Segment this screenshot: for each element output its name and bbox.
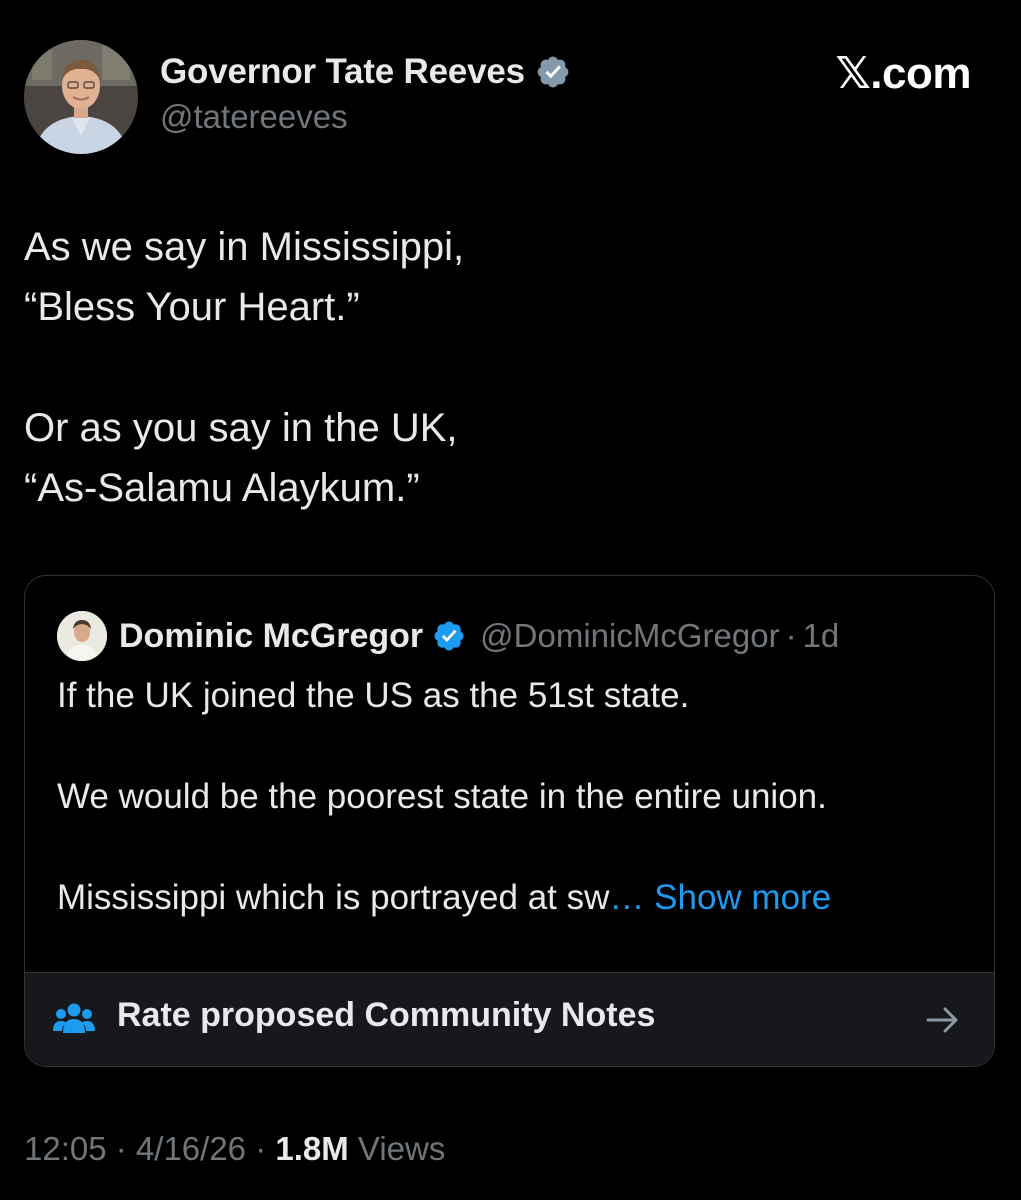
- people-group-icon: [53, 1003, 95, 1033]
- quoted-tweet-header: Dominic McGregor @DominicMcGregor · 1d: [57, 609, 839, 663]
- quoted-tweet-text: If the UK joined the US as the 51st stat…: [57, 671, 967, 923]
- tweet-line: Or as you say in the UK,: [24, 406, 458, 450]
- quoted-tweet-time[interactable]: 1d: [803, 617, 840, 655]
- tweet-meta: 12:05 · 4/16/26 · 1.8M Views: [24, 1130, 445, 1168]
- author-handle[interactable]: @tatereeves: [160, 98, 348, 136]
- author-avatar[interactable]: [24, 40, 138, 154]
- tweet-line: “As-Salamu Alaykum.”: [24, 466, 420, 510]
- views-label: Views: [348, 1130, 446, 1167]
- tweet-line: “Bless Your Heart.”: [24, 285, 360, 329]
- tweet-line: As we say in Mississippi,: [24, 225, 465, 269]
- quoted-tweet-card[interactable]: Dominic McGregor @DominicMcGregor · 1d I…: [24, 575, 995, 1067]
- x-com-logo: 𝕏.com: [835, 49, 971, 98]
- quoted-line-text: Mississippi which is portrayed at sw: [57, 878, 610, 917]
- quoted-author-handle[interactable]: @DominicMcGregor: [480, 617, 779, 655]
- quoted-line: Mississippi which is portrayed at sw… Sh…: [57, 873, 967, 923]
- verified-badge-icon: [434, 621, 464, 651]
- quoted-author-avatar: [57, 611, 107, 661]
- quoted-line: We would be the poorest state in the ent…: [57, 777, 827, 816]
- show-more-link[interactable]: Show more: [654, 878, 831, 917]
- community-notes-bar[interactable]: Rate proposed Community Notes: [25, 972, 994, 1066]
- verified-badge-icon: [537, 56, 569, 88]
- separator-dot: ·: [246, 1130, 276, 1167]
- community-notes-label: Rate proposed Community Notes: [117, 996, 656, 1034]
- quoted-author-name[interactable]: Dominic McGregor: [119, 617, 423, 656]
- ellipsis: …: [609, 878, 645, 917]
- views-count: 1.8M: [275, 1130, 349, 1167]
- author-name-row[interactable]: Governor Tate Reeves: [160, 50, 571, 94]
- arrow-right-icon[interactable]: [924, 1001, 962, 1039]
- tweet-time[interactable]: 12:05: [24, 1130, 107, 1167]
- author-name[interactable]: Governor Tate Reeves: [160, 52, 525, 92]
- tweet-text: As we say in Mississippi, “Bless Your He…: [24, 217, 984, 518]
- separator-dot: ·: [785, 617, 797, 654]
- separator-dot: ·: [106, 1130, 136, 1167]
- tweet-date[interactable]: 4/16/26: [136, 1130, 246, 1167]
- quoted-line: If the UK joined the US as the 51st stat…: [57, 676, 690, 715]
